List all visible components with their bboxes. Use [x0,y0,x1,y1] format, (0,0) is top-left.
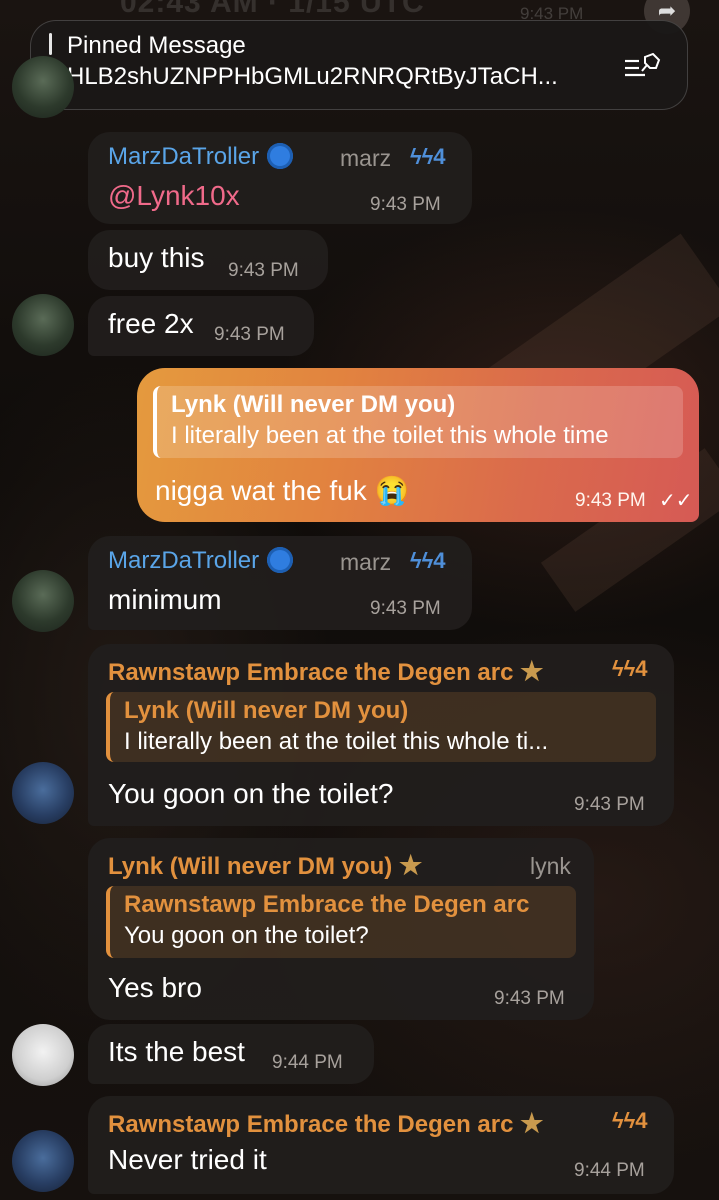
star-icon: ★ [520,1108,544,1138]
message-time: 9:43 PM [574,794,645,815]
sender-name[interactable]: Rawnstawp Embrace the Degen arc [108,1111,513,1138]
reply-quote[interactable]: Lynk (Will never DM you) I literally bee… [153,386,683,458]
sender-role: lynk [530,853,571,879]
sender-name[interactable]: MarzDaTroller [108,547,259,574]
avatar[interactable] [12,294,74,356]
boost-icon: ϟϟ4 [612,1108,648,1133]
boost-count: 4 [433,144,446,169]
message-bubble[interactable]: Its the best 9:44 PM [88,1024,374,1084]
sender-role: marz [340,549,392,575]
avatar[interactable] [12,56,74,118]
avatar[interactable] [12,1130,74,1192]
message-text: Its the best [108,1036,245,1067]
reply-quote[interactable]: Lynk (Will never DM you) I literally bee… [106,692,656,762]
message-time: 9:43 PM [370,598,441,619]
message-text: You goon on the toilet? [108,778,394,809]
message-bubble[interactable]: Rawnstawp Embrace the Degen arc ★ ϟϟ4 Ly… [88,644,674,826]
reply-quote[interactable]: Rawnstawp Embrace the Degen arc You goon… [106,886,576,958]
message-time: 9:43 PM [575,490,646,511]
message-text: free 2x [108,308,194,339]
read-checkmarks-icon: ✓✓ [659,490,693,512]
outgoing-message-bubble[interactable]: Lynk (Will never DM you) I literally bee… [137,368,699,522]
boost-count: 4 [635,1108,648,1133]
pinned-title: Pinned Message [67,32,246,59]
boost-icon: ϟϟ4 [410,548,446,573]
pin-list-icon[interactable] [623,53,663,81]
sender-name[interactable]: Lynk (Will never DM you) [108,853,392,880]
message-bubble[interactable]: free 2x 9:43 PM [88,296,314,356]
message-time: 9:44 PM [574,1160,645,1181]
message-time: 9:43 PM [370,194,441,215]
reply-sender: Rawnstawp Embrace the Degen arc [124,891,530,918]
pinned-message-bar[interactable]: Pinned Message HLB2shUZNPPHbGMLu2RNRQRtB… [30,20,688,110]
message-text: buy this [108,242,205,273]
avatar[interactable] [12,1024,74,1086]
star-icon: ★ [398,850,423,880]
boost-icon: ϟϟ4 [612,656,648,681]
message-time: 9:43 PM [214,324,285,345]
sender-role: marz [340,145,392,171]
message-text: Never tried it [108,1144,267,1175]
message-text: Yes bro [108,972,202,1003]
star-icon: ★ [520,656,544,686]
message-bubble[interactable]: buy this 9:43 PM [88,230,328,290]
message-text: nigga wat the fuk 😭 [155,475,410,506]
message-time: 9:43 PM [494,988,565,1009]
reply-text: I literally been at the toilet this whol… [171,422,609,449]
pinned-text: HLB2shUZNPPHbGMLu2RNRQRtByJTaCH... [67,63,558,90]
boost-count: 4 [433,548,446,573]
avatar[interactable] [12,570,74,632]
sender-name[interactable]: Rawnstawp Embrace the Degen arc [108,659,513,686]
reply-sender: Lynk (Will never DM you) [124,697,409,724]
reply-sender: Lynk (Will never DM you) [171,391,456,418]
message-time: 9:44 PM [272,1052,343,1073]
message-bubble[interactable]: MarzDaTroller marz ϟϟ4 minimum 9:43 PM [88,536,472,630]
pin-indicator [49,33,52,55]
date-header: 02:43 AM · 1/15 UTC [120,0,425,19]
message-text[interactable]: @Lynk10x [108,180,240,212]
reply-text: I literally been at the toilet this whol… [124,728,549,755]
message-time: 9:43 PM [228,260,299,281]
sender-name[interactable]: MarzDaTroller [108,143,259,170]
boost-count: 4 [635,656,648,681]
verified-badge-icon [267,142,294,169]
message-bubble[interactable]: MarzDaTroller marz ϟϟ4 @Lynk10x 9:43 PM [88,132,472,224]
reply-text: You goon on the toilet? [124,922,369,949]
avatar[interactable] [12,762,74,824]
boost-icon: ϟϟ4 [410,144,446,169]
message-text: minimum [108,584,222,615]
message-bubble[interactable]: Rawnstawp Embrace the Degen arc ★ ϟϟ4 Ne… [88,1096,674,1194]
message-bubble[interactable]: Lynk (Will never DM you) ★ lynk Rawnstaw… [88,838,594,1020]
verified-badge-icon [267,546,294,573]
